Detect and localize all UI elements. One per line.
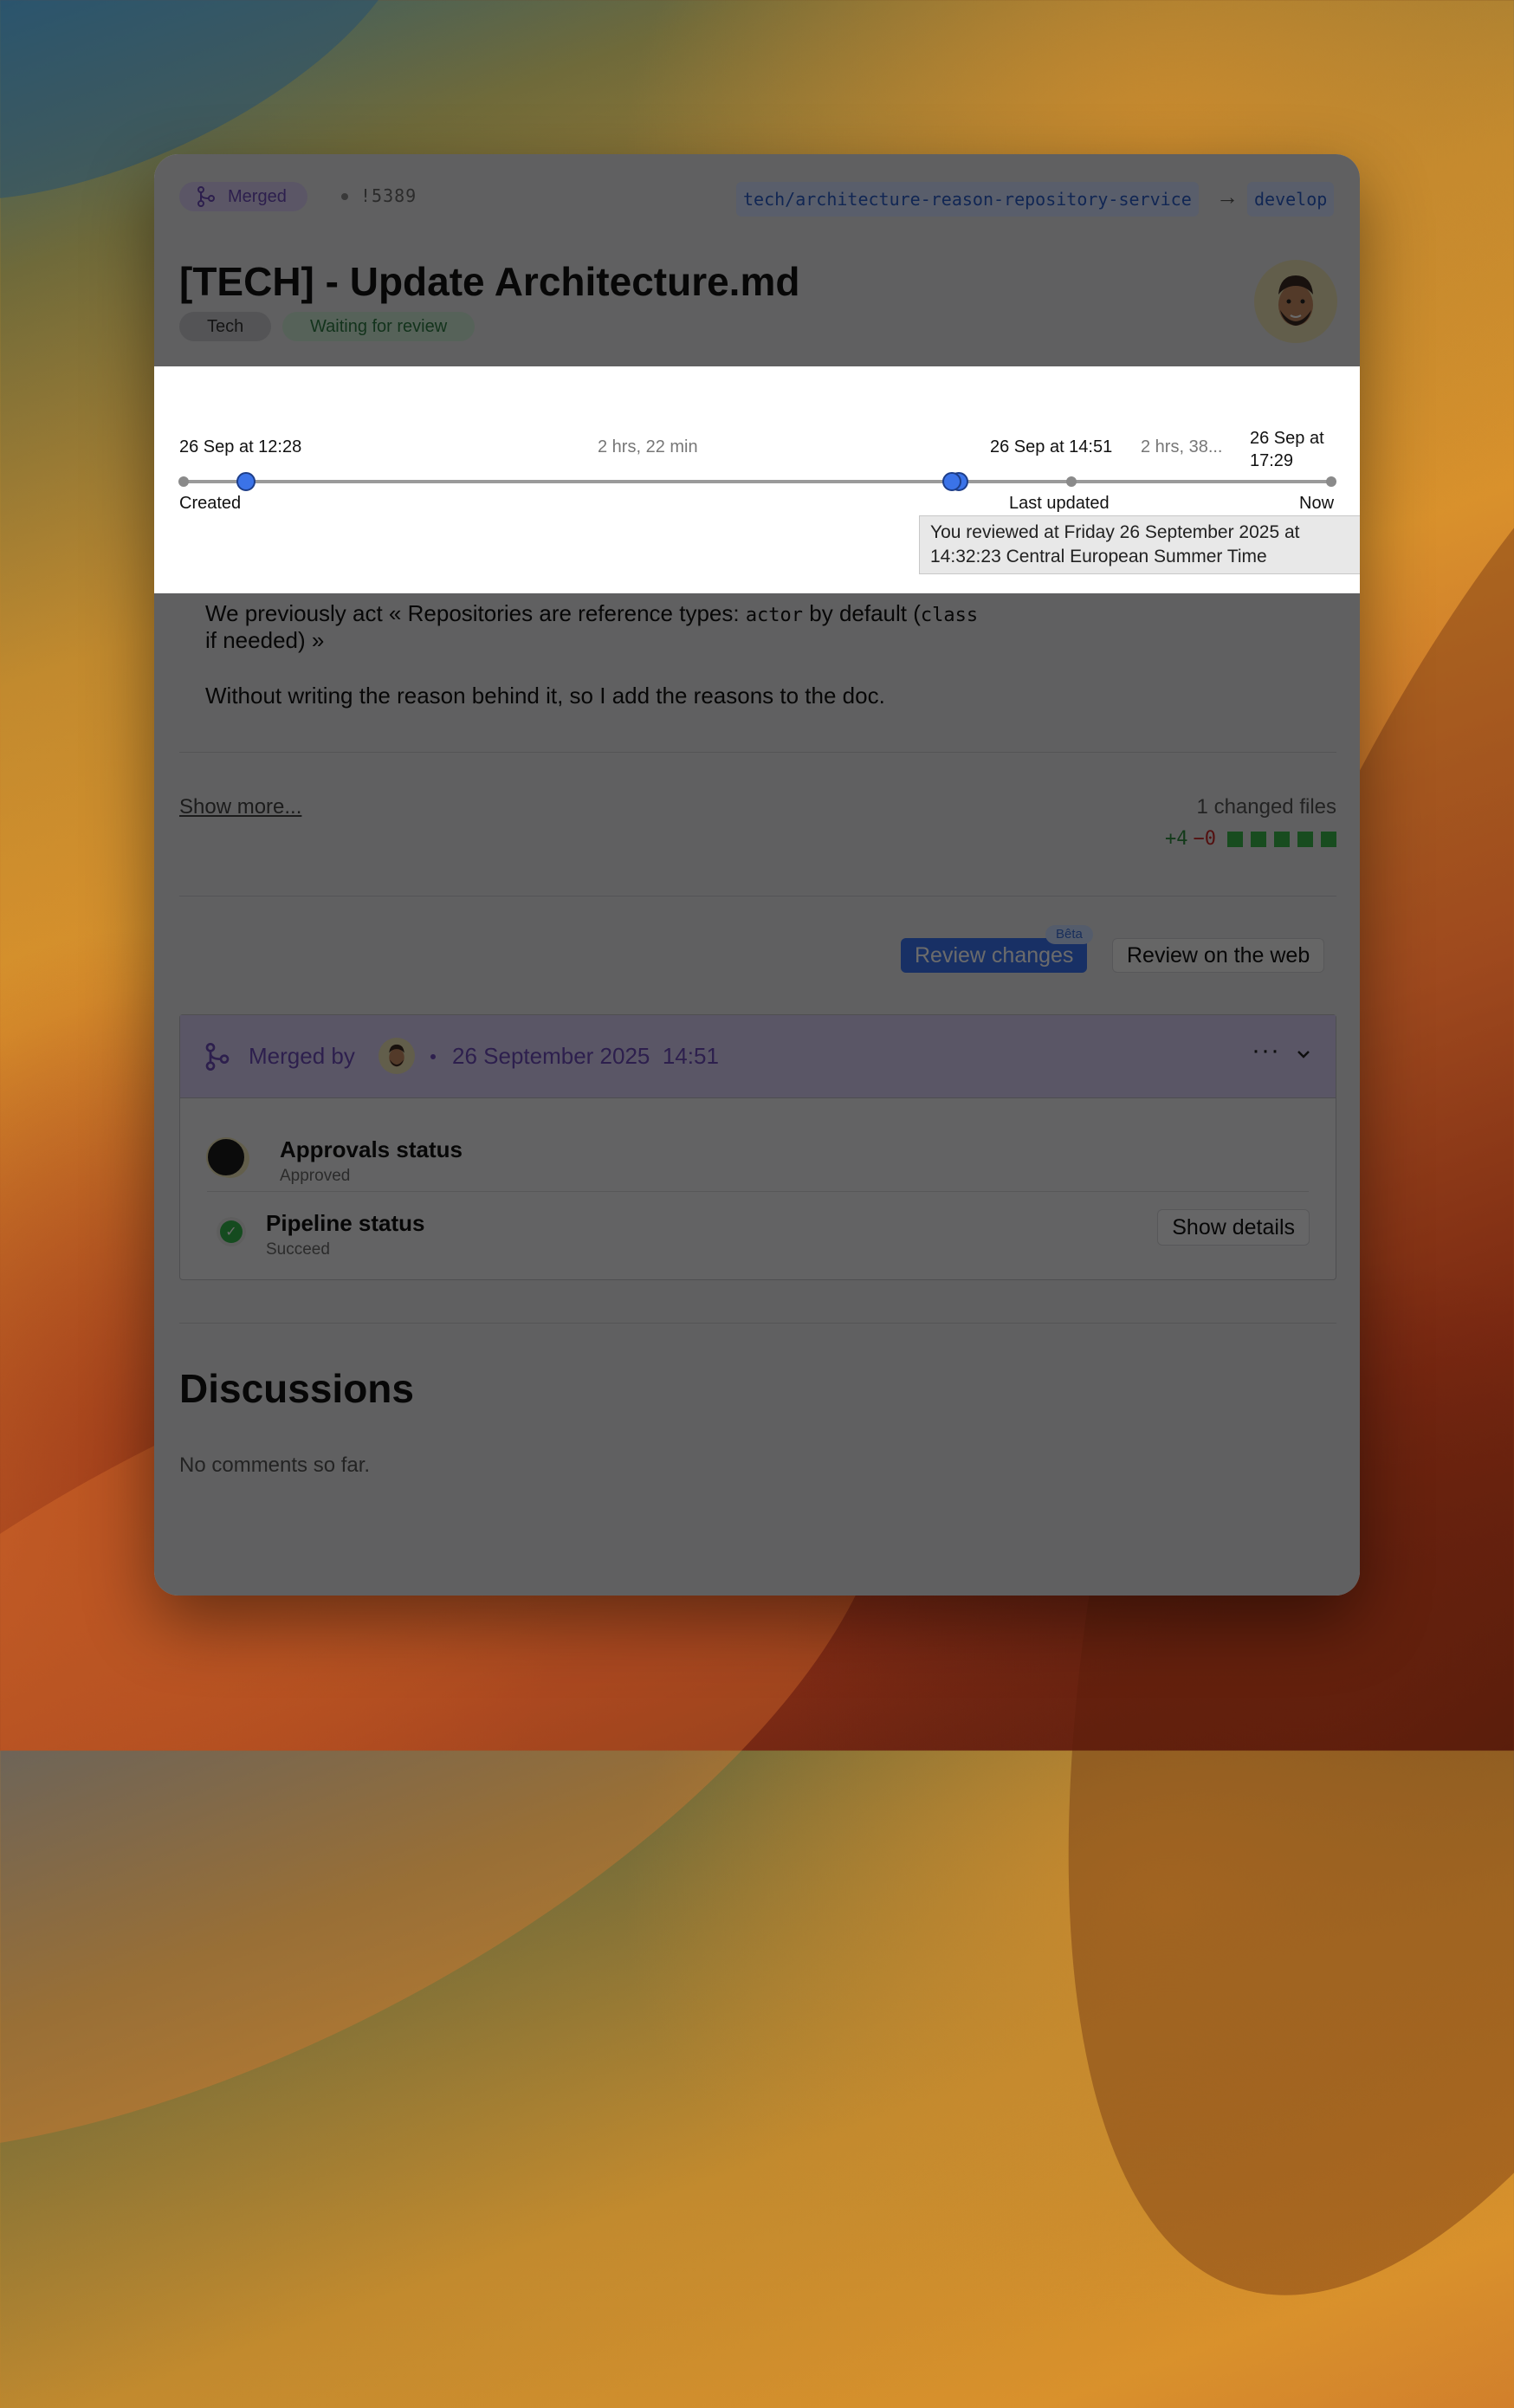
label-created: Created bbox=[179, 494, 242, 513]
merged-status-pill: Merged bbox=[179, 182, 307, 211]
created-timestamp: 26 Sep at 12:28 bbox=[179, 437, 302, 456]
merged-status-label: Merged bbox=[228, 186, 287, 206]
timeline-now-dot bbox=[1326, 476, 1336, 487]
merge-date-day: 26 September 2025 bbox=[452, 1043, 650, 1069]
no-comments-text: No comments so far. bbox=[179, 1453, 371, 1477]
now-timestamp-date: 26 Sep at bbox=[1250, 429, 1324, 448]
pipeline-status-title: Pipeline status bbox=[266, 1210, 425, 1236]
duration-created-to-updated: 2 hrs, 22 min bbox=[598, 437, 698, 456]
separator-dot bbox=[341, 193, 348, 200]
diff-stat: +4 −0 bbox=[1165, 828, 1336, 850]
now-timestamp-time: 17:29 bbox=[1250, 451, 1294, 470]
now-timestamp: 26 Sep at 17:29 bbox=[1250, 427, 1324, 472]
description-line: if needed) » bbox=[205, 627, 325, 653]
pipeline-status-value: Succeed bbox=[266, 1240, 330, 1259]
timeline-start-dot bbox=[178, 476, 189, 487]
duration-updated-to-now: 2 hrs, 38... bbox=[1141, 437, 1223, 456]
timeline-created-marker[interactable] bbox=[236, 472, 256, 491]
separator-dot bbox=[430, 1054, 436, 1059]
inline-code: actor bbox=[745, 605, 804, 626]
merge-date: 26 September 2025 14:51 bbox=[452, 1043, 719, 1070]
merger-avatar[interactable] bbox=[378, 1038, 415, 1074]
show-details-button[interactable]: Show details bbox=[1157, 1209, 1310, 1246]
chevron-down-icon[interactable] bbox=[1296, 1041, 1311, 1067]
label-last-updated: Last updated bbox=[1009, 494, 1110, 513]
merged-by-label: Merged by bbox=[249, 1043, 355, 1069]
review-tooltip: You reviewed at Friday 26 September 2025… bbox=[919, 515, 1360, 574]
merge-status-box: Merged by 26 September 2025 14:51 ··· Ap… bbox=[179, 1014, 1336, 1280]
pipeline-success-icon: ✓ bbox=[217, 1217, 246, 1246]
diff-block-added bbox=[1274, 831, 1290, 847]
diff-block-added bbox=[1297, 831, 1313, 847]
discussions-heading: Discussions bbox=[179, 1366, 414, 1411]
label-now: Now bbox=[1299, 494, 1335, 513]
timeline-review-marker[interactable] bbox=[942, 472, 961, 491]
merge-icon bbox=[197, 186, 215, 207]
timeline-track bbox=[183, 480, 1331, 483]
description-paragraph: Without writing the reason behind it, so… bbox=[205, 683, 885, 709]
merge-status-header[interactable]: Merged by 26 September 2025 14:51 ··· bbox=[180, 1015, 1336, 1098]
target-branch[interactable]: develop bbox=[1247, 182, 1335, 217]
updated-timestamp: 26 Sep at 14:51 bbox=[990, 437, 1113, 456]
merge-date-time: 14:51 bbox=[662, 1043, 719, 1069]
divider bbox=[179, 752, 1336, 753]
merge-request-id: !5389 bbox=[360, 185, 417, 206]
tooltip-line: You reviewed at Friday 26 September 2025… bbox=[930, 522, 1300, 542]
deletions-count: −0 bbox=[1193, 828, 1217, 850]
changed-files-count[interactable]: 1 changed files bbox=[1197, 795, 1336, 819]
source-branch[interactable]: tech/architecture-reason-repository-serv… bbox=[736, 182, 1199, 217]
merge-request-window: Merged !5389 tech/architecture-reason-re… bbox=[154, 154, 1360, 1596]
memoji-avatar-icon bbox=[389, 1044, 404, 1067]
more-options-icon[interactable]: ··· bbox=[1252, 1036, 1280, 1065]
divider bbox=[179, 896, 1336, 897]
checkmark-icon: ✓ bbox=[220, 1220, 243, 1243]
additions-count: +4 bbox=[1165, 828, 1188, 850]
merge-icon bbox=[205, 1043, 230, 1071]
author-avatar[interactable] bbox=[1254, 260, 1337, 343]
approvals-status-title: Approvals status bbox=[280, 1136, 463, 1162]
approvals-status-value: Approved bbox=[280, 1167, 351, 1185]
memoji-avatar-icon bbox=[1278, 275, 1313, 326]
timeline-panel: 26 Sep at 12:28 2 hrs, 22 min 26 Sep at … bbox=[154, 366, 1360, 593]
divider bbox=[179, 1323, 1336, 1324]
description-text: We previously act « Repositories are ref… bbox=[205, 600, 746, 626]
diff-block-added bbox=[1227, 831, 1243, 847]
show-more-link[interactable]: Show more... bbox=[179, 795, 301, 819]
divider bbox=[207, 1191, 1309, 1192]
description-line: We previously act « Repositories are ref… bbox=[205, 600, 978, 629]
arrow-right-icon: → bbox=[1216, 184, 1239, 210]
inline-code: class bbox=[920, 605, 979, 626]
label-tag-tech[interactable]: Tech bbox=[179, 312, 272, 341]
beta-badge: Bêta bbox=[1045, 925, 1093, 944]
page-title: [TECH] - Update Architecture.md bbox=[179, 259, 800, 304]
description-text: by default ( bbox=[803, 600, 921, 626]
diff-block-added bbox=[1321, 831, 1336, 847]
review-on-web-button[interactable]: Review on the web bbox=[1112, 938, 1325, 973]
tooltip-line: 14:32:23 Central European Summer Time bbox=[930, 547, 1267, 566]
approver-avatar bbox=[206, 1137, 246, 1177]
diff-block-added bbox=[1251, 831, 1266, 847]
timeline-updated-dot[interactable] bbox=[1066, 476, 1077, 487]
label-tag-waiting-review[interactable]: Waiting for review bbox=[282, 312, 476, 341]
